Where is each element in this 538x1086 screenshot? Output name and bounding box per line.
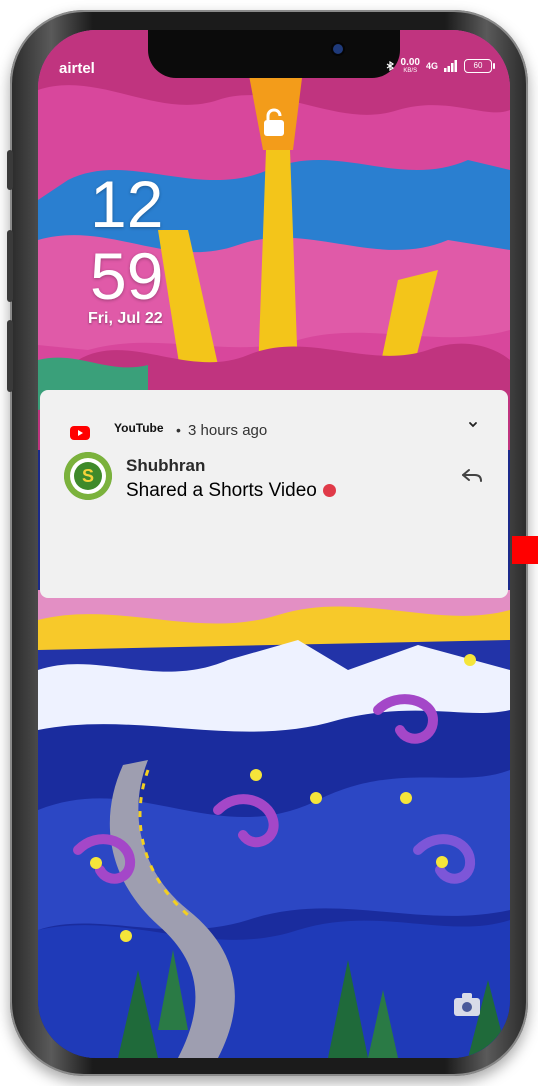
mute-switch (7, 150, 13, 190)
signal-icon (444, 60, 457, 72)
bluetooth-icon (386, 61, 394, 71)
overlay-marker (512, 536, 538, 564)
avatar-letter: S (82, 466, 94, 486)
lock-clock: 12 59 (90, 168, 163, 312)
lock-screen[interactable]: airtel 0.00 KB/S 4G 60 12 59 Fri, Jul 22… (38, 30, 510, 1058)
notification-app-name: YouTube (114, 421, 164, 435)
notification-sender: Shubhran (126, 456, 206, 475)
notification-message: Shared a Shorts Video (126, 480, 336, 502)
camera-icon[interactable] (452, 990, 482, 1018)
chevron-down-icon[interactable] (466, 418, 480, 432)
reply-icon[interactable] (460, 466, 484, 486)
clock-minute: 59 (90, 239, 164, 313)
page: airtel 0.00 KB/S 4G 60 12 59 Fri, Jul 22… (0, 0, 538, 1086)
network-type: 4G (425, 61, 438, 71)
battery-icon: 60 (464, 59, 495, 73)
notification-separator: • (176, 422, 181, 438)
lock-date: Fri, Jul 22 (88, 310, 163, 327)
sender-avatar: S (64, 452, 112, 500)
avatar-badge-icon: S (64, 452, 112, 500)
volume-down-button (7, 320, 13, 392)
volume-up-button (7, 230, 13, 302)
status-icons: 0.00 KB/S 4G 60 (385, 57, 495, 75)
youtube-icon (70, 426, 90, 440)
lock-icon[interactable] (262, 108, 286, 138)
notification-message-text: Shared a Shorts Video (126, 480, 317, 501)
youtube-notification[interactable]: YouTube • 3 hours ago S Shubhran Shared … (40, 390, 508, 598)
network-speed-unit: KB/S (403, 68, 418, 74)
display-notch (148, 30, 400, 78)
carrier-name: airtel (59, 60, 95, 77)
notification-time: 3 hours ago (188, 422, 268, 439)
network-speed: 0.00 KB/S (400, 57, 420, 75)
front-camera (333, 44, 343, 54)
network-speed-value: 0.00 (400, 57, 420, 68)
recording-dot (322, 484, 336, 497)
clock-hour: 12 (90, 167, 164, 241)
phone-frame: airtel 0.00 KB/S 4G 60 12 59 Fri, Jul 22… (7, 10, 528, 1076)
